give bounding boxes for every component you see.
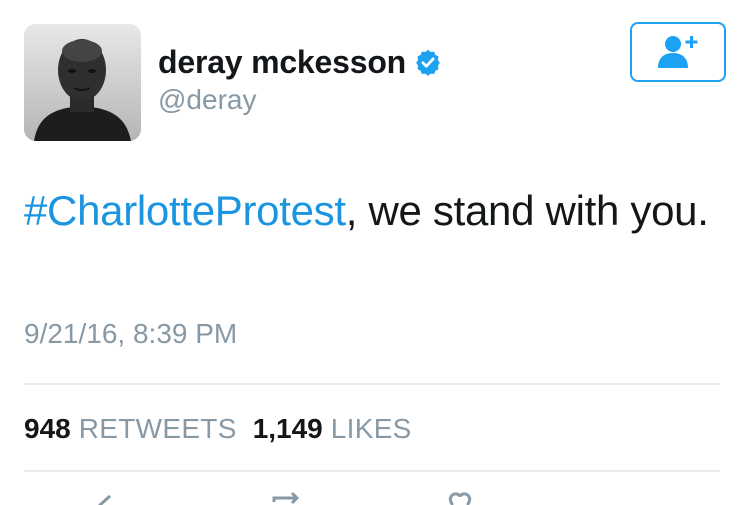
- display-name[interactable]: deray mckesson: [158, 44, 406, 81]
- likes-count: 1,149: [252, 413, 323, 444]
- avatar[interactable]: [24, 24, 141, 141]
- verified-badge-icon: [416, 49, 440, 76]
- likes-label: LIKES: [330, 413, 412, 444]
- divider: [24, 470, 720, 472]
- retweet-button[interactable]: [256, 488, 316, 505]
- reply-button[interactable]: [80, 488, 140, 505]
- add-user-icon: [658, 36, 698, 68]
- avatar-photo: [24, 24, 141, 141]
- retweets-label: RETWEETS: [78, 413, 237, 444]
- heart-icon: [448, 492, 472, 505]
- hashtag-link[interactable]: #CharlotteProtest: [24, 187, 346, 234]
- name-row: deray mckesson: [158, 42, 442, 82]
- follow-button[interactable]: [630, 22, 726, 82]
- retweets-count: 948: [24, 413, 71, 444]
- retweet-icon: [272, 491, 300, 505]
- like-button[interactable]: [430, 488, 490, 505]
- tweet-text: #CharlotteProtest, we stand with you.: [24, 182, 714, 240]
- tweet-body: , we stand with you.: [345, 187, 709, 234]
- tweet-actions: [0, 488, 750, 505]
- likes-stat[interactable]: 1,149 LIKES: [253, 413, 412, 445]
- tweet-timestamp[interactable]: 9/21/16, 8:39 PM: [24, 318, 237, 350]
- user-handle[interactable]: @deray: [158, 84, 256, 116]
- tweet-stats: 948 RETWEETS 1,149 LIKES: [24, 410, 412, 448]
- reply-icon: [98, 494, 112, 505]
- retweets-stat[interactable]: 948 RETWEETS: [24, 413, 237, 445]
- divider: [24, 383, 720, 385]
- tweet-header: deray mckesson @deray: [0, 0, 750, 150]
